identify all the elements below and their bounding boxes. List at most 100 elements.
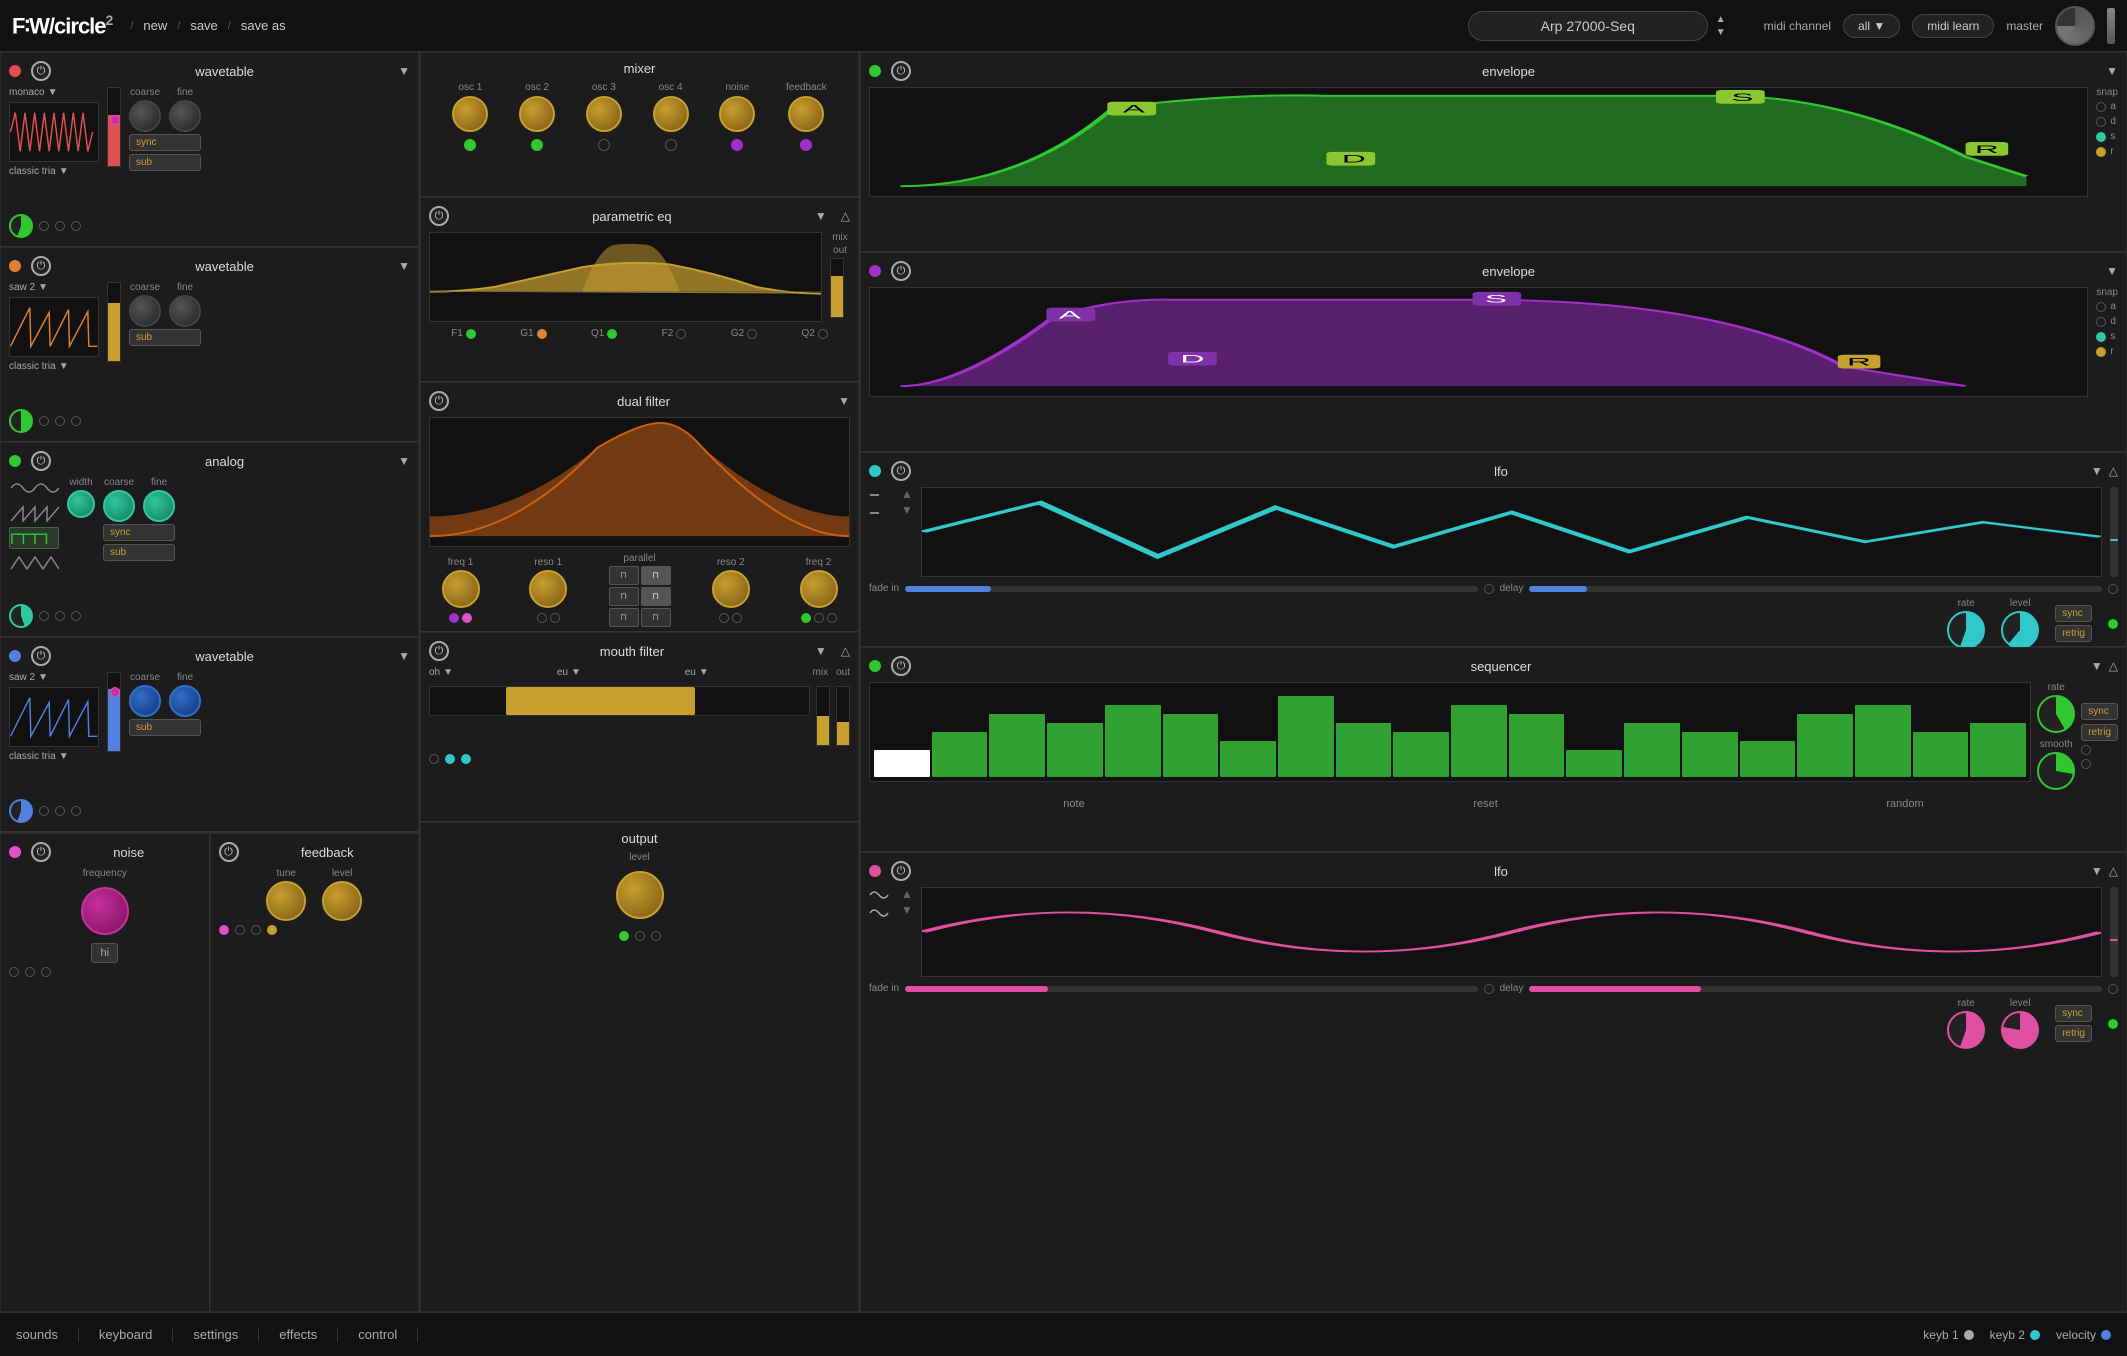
osc3-wave-square[interactable]: [9, 527, 59, 549]
osc2-coarse-knob[interactable]: [129, 295, 161, 327]
osc2-subpreset[interactable]: classic tria ▼: [9, 361, 99, 372]
nav-new[interactable]: new: [143, 18, 167, 33]
lfo2-shape-up[interactable]: ▲: [901, 887, 913, 901]
lfo2-level-knob[interactable]: [2001, 1011, 2039, 1049]
osc4-coarse-knob[interactable]: [129, 685, 161, 717]
lfo2-delay-ind[interactable]: [2108, 984, 2118, 994]
lfo1-fade-slider[interactable]: [905, 586, 1478, 592]
midi-learn-button[interactable]: midi learn: [1912, 14, 1994, 38]
nav-settings[interactable]: settings: [173, 1327, 259, 1342]
osc4-type-dropdown[interactable]: ▼: [398, 649, 410, 663]
seq-bar-17[interactable]: [1855, 705, 1911, 777]
mixer-feedback-ind[interactable]: [800, 139, 812, 151]
seq-sync-btn[interactable]: sync: [2081, 703, 2118, 720]
osc2-power[interactable]: ⏻: [31, 256, 51, 276]
osc4-ind3[interactable]: [71, 806, 81, 816]
lfo1-level-knob[interactable]: [2001, 611, 2039, 649]
env2-s-radio[interactable]: s: [2096, 331, 2118, 342]
seq-ind2[interactable]: [2081, 759, 2091, 769]
seq-bar-7[interactable]: [1278, 696, 1334, 777]
mouth-ind1[interactable]: [429, 754, 439, 764]
lfo1-shape-up[interactable]: ▲: [901, 487, 913, 501]
seq-ind[interactable]: [2081, 745, 2091, 755]
env2-d-radio[interactable]: d: [2096, 316, 2118, 327]
eq-g2-ind[interactable]: [747, 329, 757, 339]
osc4-sub-btn[interactable]: sub: [129, 719, 201, 736]
seq-bar-18[interactable]: [1913, 732, 1969, 777]
mouth-expand[interactable]: △: [841, 644, 850, 658]
seq-dropdown[interactable]: ▼: [2091, 659, 2103, 673]
lfo1-shape2[interactable]: [869, 505, 889, 521]
osc2-type-dropdown[interactable]: ▼: [398, 259, 410, 273]
output-ind2[interactable]: [635, 931, 645, 941]
seq-bar-14[interactable]: [1682, 732, 1738, 777]
eq-f2-ind[interactable]: [676, 329, 686, 339]
mixer-osc3-knob[interactable]: [586, 96, 622, 132]
lfo2-fade-ind[interactable]: [1484, 984, 1494, 994]
eq-power[interactable]: ⏻: [429, 206, 449, 226]
mixer-osc3-ind[interactable]: [598, 139, 610, 151]
osc3-wave-tri[interactable]: [9, 552, 59, 574]
lfo1-shape-down[interactable]: ▼: [901, 503, 913, 517]
osc2-ind2[interactable]: [55, 416, 65, 426]
osc4-small-knob[interactable]: [9, 799, 33, 823]
seq-reset-label[interactable]: reset: [1473, 798, 1497, 810]
pf-btn2[interactable]: ⊓: [641, 566, 671, 585]
seq-random-label[interactable]: random: [1886, 798, 1923, 810]
lfo1-retrig-btn[interactable]: retrig: [2055, 625, 2092, 642]
lfo2-dropdown[interactable]: ▼: [2091, 864, 2103, 878]
env1-s-radio[interactable]: s: [2096, 131, 2118, 142]
filter-r1-ind1[interactable]: [537, 613, 547, 623]
seq-bar-19[interactable]: [1970, 723, 2026, 777]
filter-freq2-knob[interactable]: [800, 570, 838, 608]
osc1-type-dropdown[interactable]: ▼: [398, 64, 410, 78]
osc4-level-bar[interactable]: [107, 672, 121, 752]
seq-bar-4[interactable]: [1105, 705, 1161, 777]
seq-bar-13[interactable]: [1624, 723, 1680, 777]
osc3-ind3[interactable]: [71, 611, 81, 621]
lfo1-active-ind[interactable]: [2108, 619, 2118, 629]
env2-a-radio[interactable]: a: [2096, 301, 2118, 312]
lfo2-shape-down[interactable]: ▼: [901, 903, 913, 917]
osc3-type-dropdown[interactable]: ▼: [398, 454, 410, 468]
mixer-feedback-knob[interactable]: [788, 96, 824, 132]
osc2-ind3[interactable]: [71, 416, 81, 426]
seq-rate-knob[interactable]: [2037, 695, 2075, 733]
osc4-ind1[interactable]: [39, 806, 49, 816]
lfo1-sync-btn[interactable]: sync: [2055, 605, 2092, 622]
env2-power[interactable]: ⏻: [891, 261, 911, 281]
eq-expand[interactable]: △: [841, 209, 850, 223]
mixer-noise-knob[interactable]: [719, 96, 755, 132]
nav-control[interactable]: control: [338, 1327, 418, 1342]
lfo2-rate-knob[interactable]: [1947, 1011, 1985, 1049]
env2-dropdown[interactable]: ▼: [2106, 264, 2118, 278]
seq-bar-6[interactable]: [1220, 741, 1276, 777]
lfo1-power[interactable]: ⏻: [891, 461, 911, 481]
osc3-coarse-knob[interactable]: [103, 490, 135, 522]
osc2-preset[interactable]: saw 2 ▼: [9, 282, 99, 293]
seq-bar-10[interactable]: [1451, 705, 1507, 777]
osc1-subpreset[interactable]: classic tria ▼: [9, 166, 99, 177]
filter-reso2-knob[interactable]: [712, 570, 750, 608]
osc2-fine-knob[interactable]: [169, 295, 201, 327]
seq-expand[interactable]: △: [2109, 659, 2118, 673]
mixer-osc1-knob[interactable]: [452, 96, 488, 132]
feedback-level-knob[interactable]: [322, 881, 362, 921]
lfo2-sync-btn[interactable]: sync: [2055, 1005, 2092, 1022]
lfo1-delay-slider[interactable]: [1529, 586, 2102, 592]
env1-r-radio[interactable]: r: [2096, 146, 2118, 157]
osc1-fine-knob[interactable]: [169, 100, 201, 132]
nav-keyboard[interactable]: keyboard: [79, 1327, 173, 1342]
seq-bar-8[interactable]: [1336, 723, 1392, 777]
noise-power[interactable]: ⏻: [31, 842, 51, 862]
mouth-power[interactable]: ⏻: [429, 641, 449, 661]
filter-f2-ind1[interactable]: [801, 613, 811, 623]
mixer-noise-ind[interactable]: [731, 139, 743, 151]
osc4-preset[interactable]: saw 2 ▼: [9, 672, 99, 683]
noise-type[interactable]: hi: [91, 943, 118, 963]
lfo2-shape1[interactable]: [869, 887, 889, 903]
feedback-tune-knob[interactable]: [266, 881, 306, 921]
osc4-power[interactable]: ⏻: [31, 646, 51, 666]
mixer-osc2-knob[interactable]: [519, 96, 555, 132]
pf-btn3[interactable]: ⊓: [609, 587, 639, 606]
